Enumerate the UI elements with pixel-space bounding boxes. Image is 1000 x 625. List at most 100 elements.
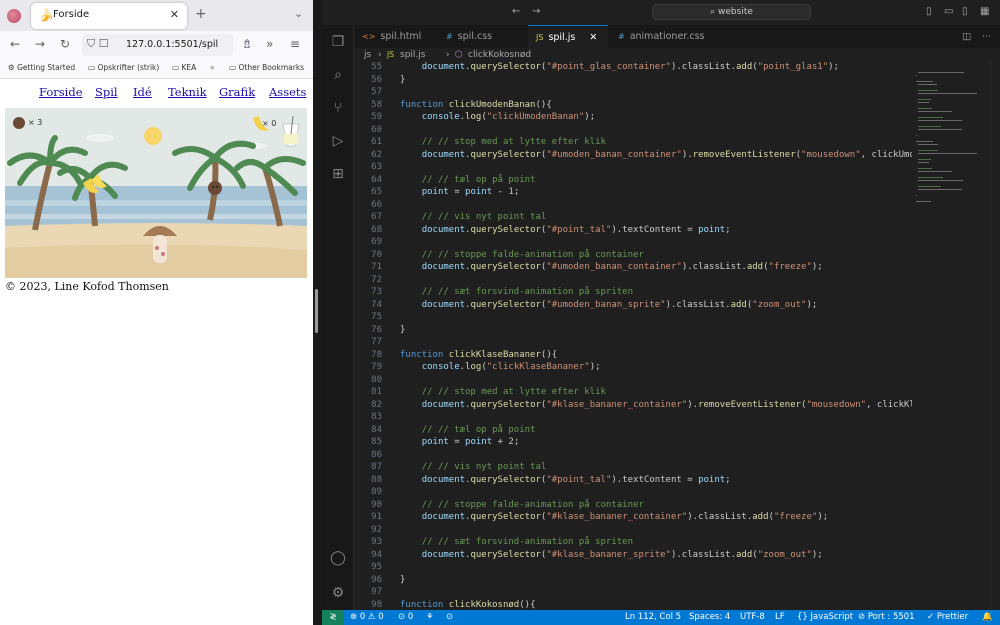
prettier-status[interactable]: ✓ Prettier — [927, 610, 968, 625]
minimap-line — [918, 177, 943, 178]
code-line[interactable]: // // tæl op på point — [400, 425, 536, 435]
search-icon[interactable]: ⌕ — [329, 66, 347, 84]
breadcrumb-folder[interactable]: js — [364, 48, 371, 62]
code-line[interactable]: document.querySelector("#klase_bananer_c… — [400, 512, 828, 522]
customize-layout-icon[interactable]: ▦ — [980, 6, 989, 17]
nav-link-forside[interactable]: Forside — [39, 85, 83, 99]
tab-list-chevron-icon[interactable]: ⌄ — [294, 7, 303, 20]
nav-link-ide[interactable]: Idé — [133, 85, 152, 99]
code-line[interactable]: // // tæl op på point — [400, 175, 536, 185]
encoding-status[interactable]: UTF-8 — [740, 610, 765, 625]
tab-animationer-css[interactable]: # animationer.css — [608, 25, 728, 48]
explorer-icon[interactable]: ❐ — [329, 33, 347, 51]
code-line[interactable]: // // sæt forsvind-animation på spriten — [400, 537, 633, 547]
code-line[interactable]: function clickKlaseBananer(){ — [400, 350, 557, 360]
bookmark-getting-started[interactable]: ⚙ Getting Started — [8, 63, 75, 72]
window-divider[interactable] — [313, 0, 322, 625]
back-icon[interactable]: ← — [10, 37, 20, 51]
code-line[interactable]: function clickKokosnød(){ — [400, 600, 536, 610]
breadcrumb-file[interactable]: spil.js — [400, 48, 425, 62]
new-tab-icon[interactable]: + — [195, 6, 207, 22]
extensions-icon[interactable]: ⇯ — [242, 37, 252, 51]
overflow-chevron-icon[interactable]: » — [266, 37, 273, 51]
divider-handle[interactable] — [315, 289, 318, 333]
command-center-search[interactable]: ⌕ website — [652, 4, 811, 20]
cursor-position[interactable]: Ln 112, Col 5 — [625, 610, 681, 625]
code-line[interactable]: // // sæt forsvind-animation på spriten — [400, 287, 633, 297]
ports-status[interactable]: ⊙ 0 — [398, 610, 413, 625]
tab-spil-js[interactable]: JS spil.js ✕ — [528, 25, 608, 48]
code-line[interactable]: document.querySelector("#umoden_banan_co… — [400, 150, 914, 160]
bookmark-kea[interactable]: ▭ KEA — [172, 63, 196, 72]
code-line[interactable]: point = point + 2; — [400, 437, 520, 447]
code-line[interactable]: // // stoppe falde-animation på containe… — [400, 250, 644, 260]
code-line[interactable]: console.log("clickKlaseBananer"); — [400, 362, 601, 372]
menu-icon[interactable]: ≡ — [290, 37, 300, 51]
code-area[interactable]: 55 document.querySelector("#point_glas_c… — [354, 62, 914, 610]
code-line[interactable]: // // stoppe falde-animation på containe… — [400, 500, 644, 510]
minimap-line — [918, 150, 939, 151]
forward-icon[interactable]: → — [35, 37, 45, 51]
remote-indicator-icon[interactable]: ≷ — [322, 610, 344, 625]
minimap[interactable] — [912, 62, 990, 610]
tab-spil-html[interactable]: <> spil.html — [354, 25, 436, 48]
bookmark-opskrifter[interactable]: ▭ Opskrifter (strik) — [88, 63, 159, 72]
run-debug-icon[interactable]: ▷ — [329, 132, 347, 150]
toggle-panel-icon[interactable]: ▭ — [944, 6, 953, 17]
code-line[interactable]: document.querySelector("#point_glas_cont… — [400, 62, 839, 72]
close-tab-icon[interactable]: ✕ — [170, 8, 179, 21]
banana-favicon-icon: 🍌 — [39, 8, 54, 22]
url-text[interactable]: 127.0.0.1:5501/spil — [126, 39, 218, 50]
site-nav: Forside Spil Idé Teknik Grafik Assets — [0, 84, 313, 104]
close-tab-icon[interactable]: ✕ — [589, 32, 597, 43]
code-line[interactable]: // // stop med at lytte efter klik — [400, 387, 606, 397]
extensions-icon[interactable]: ⊞ — [329, 165, 347, 183]
bookmarks-overflow-icon[interactable]: » — [210, 63, 215, 72]
code-line[interactable]: } — [400, 75, 405, 85]
browser-tab[interactable]: 🍌 Forside ✕ — [31, 3, 187, 29]
remote-explorer-icon[interactable]: ⊙ — [446, 610, 453, 625]
code-line[interactable]: document.querySelector("#klase_bananer_s… — [400, 550, 823, 560]
nav-link-teknik[interactable]: Teknik — [168, 85, 207, 99]
settings-gear-icon[interactable]: ⚙ — [329, 584, 347, 602]
nav-forward-icon[interactable]: → — [532, 6, 540, 17]
coconut-sprite[interactable] — [208, 181, 222, 195]
code-line[interactable]: document.querySelector("#point_tal").tex… — [400, 225, 731, 235]
code-line[interactable]: function clickUmodenBanan(){ — [400, 100, 552, 110]
language-mode[interactable]: {} JavaScript — [797, 610, 853, 625]
breadcrumb-symbol[interactable]: clickKokosnød — [468, 48, 531, 62]
url-bar[interactable]: ⛉ ☐ 127.0.0.1:5501/spil — [82, 34, 233, 56]
more-actions-icon[interactable]: ⋯ — [982, 25, 992, 48]
code-line[interactable]: document.querySelector("#klase_bananer_c… — [400, 400, 914, 410]
nav-link-grafik[interactable]: Grafik — [219, 85, 255, 99]
code-line[interactable]: } — [400, 325, 405, 335]
tab-spil-css[interactable]: # spil.css — [436, 25, 528, 48]
eol-status[interactable]: LF — [775, 610, 785, 625]
nav-link-spil[interactable]: Spil — [95, 85, 118, 99]
code-line[interactable]: // // vis nyt point tal — [400, 462, 547, 472]
live-server-port[interactable]: ⊘ Port : 5501 — [858, 610, 915, 625]
code-line[interactable]: document.querySelector("#umoden_banan_co… — [400, 262, 823, 272]
editor-scrollbar[interactable] — [990, 62, 1000, 610]
toggle-sidebar-icon[interactable]: ▯ — [926, 6, 932, 17]
editor-titlebar: ← → ⌕ website ▯ ▭ ▯ ▦ — [322, 0, 1000, 25]
notifications-icon[interactable]: 🔔 — [982, 610, 993, 625]
nav-back-icon[interactable]: ← — [512, 6, 520, 17]
reload-icon[interactable]: ↻ — [60, 37, 70, 51]
code-line[interactable]: // // stop med at lytte efter klik — [400, 137, 606, 147]
nav-link-assets[interactable]: Assets — [269, 85, 306, 99]
toggle-secondary-sidebar-icon[interactable]: ▯ — [962, 6, 968, 17]
code-line[interactable]: document.querySelector("#umoden_banan_sp… — [400, 300, 818, 310]
account-icon[interactable]: ◯ — [329, 549, 347, 567]
problems-status[interactable]: ⊗ 0 ⚠ 0 — [350, 610, 384, 625]
indentation-status[interactable]: Spaces: 4 — [689, 610, 730, 625]
bookmark-other[interactable]: ▭ Other Bookmarks — [229, 63, 304, 72]
code-line[interactable]: console.log("clickUmodenBanan"); — [400, 112, 595, 122]
code-line[interactable]: } — [400, 575, 405, 585]
split-editor-icon[interactable]: ◫ — [962, 25, 971, 48]
live-share-icon[interactable]: ⚘ — [426, 610, 434, 625]
code-line[interactable]: // // vis nyt point tal — [400, 212, 547, 222]
code-line[interactable]: point = point - 1; — [400, 187, 520, 197]
code-line[interactable]: document.querySelector("#point_tal").tex… — [400, 475, 731, 485]
source-control-icon[interactable]: ⑂ — [329, 99, 347, 117]
